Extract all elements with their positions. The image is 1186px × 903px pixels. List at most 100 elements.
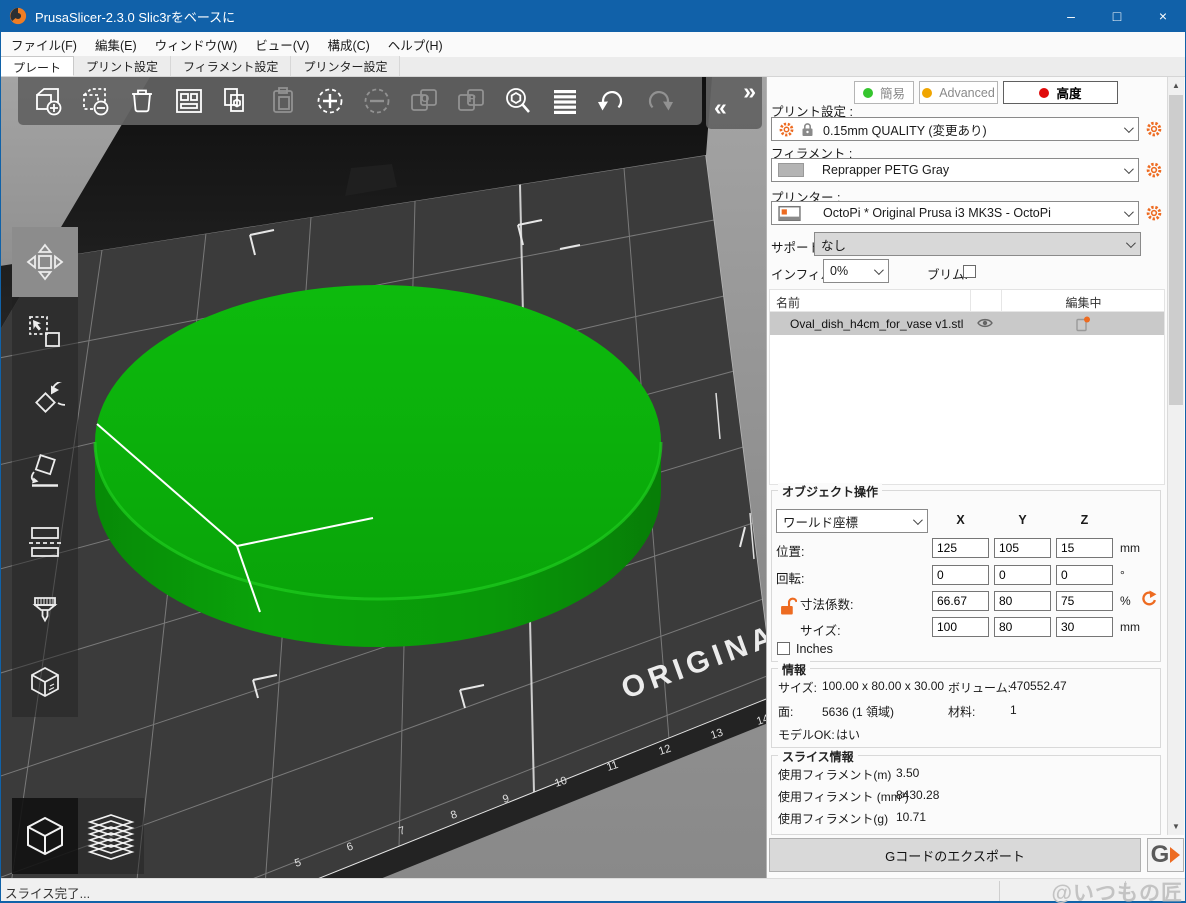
menu-configuration[interactable]: 構成(C) bbox=[318, 31, 378, 58]
arrange-icon bbox=[171, 83, 207, 119]
split-parts-icon: P bbox=[453, 83, 489, 119]
printer-gear-button[interactable] bbox=[1145, 204, 1163, 222]
gear-icon bbox=[778, 121, 795, 138]
reset-scale-icon[interactable] bbox=[1140, 590, 1157, 607]
editor-view-button[interactable] bbox=[12, 798, 78, 874]
cut-icon bbox=[25, 522, 65, 562]
add-instance-button[interactable] bbox=[306, 79, 353, 123]
scroll-down-arrow[interactable]: ▼ bbox=[1168, 818, 1184, 835]
tab-plater[interactable]: プレート bbox=[0, 56, 74, 76]
paint-support-tool-button[interactable] bbox=[12, 577, 78, 647]
filament-length-value: 3.50 bbox=[896, 766, 919, 780]
menu-edit[interactable]: 編集(E) bbox=[86, 31, 146, 58]
filament-gear-button[interactable] bbox=[1145, 161, 1163, 179]
sidebar-scrollbar[interactable]: ▲ ▼ bbox=[1167, 77, 1184, 835]
mode-simple-button[interactable]: 簡易 bbox=[854, 81, 914, 104]
position-z-input[interactable] bbox=[1056, 538, 1113, 558]
export-gcode-icon-button[interactable]: G bbox=[1147, 838, 1184, 872]
prusaslicer-logo-icon bbox=[9, 7, 27, 25]
seam-tool-button[interactable] bbox=[12, 647, 78, 717]
top-toolbar: O P bbox=[18, 77, 702, 125]
delete-all-button[interactable] bbox=[118, 79, 165, 123]
support-value: なし bbox=[821, 235, 846, 254]
inches-checkbox[interactable] bbox=[777, 642, 790, 655]
menu-window[interactable]: ウィンドウ(W) bbox=[146, 31, 247, 58]
rotation-y-input[interactable] bbox=[994, 565, 1051, 585]
rotate-tool-button[interactable] bbox=[12, 367, 78, 437]
mode-expert-button[interactable]: 高度 bbox=[1003, 81, 1118, 104]
preview-view-button[interactable] bbox=[78, 798, 144, 874]
trash-icon bbox=[124, 83, 160, 119]
printer-combo[interactable]: OctoPi * Original Prusa i3 MK3S - OctoPi bbox=[771, 201, 1139, 225]
close-button[interactable]: × bbox=[1140, 0, 1186, 32]
slice-info-group: スライス情報 使用フィラメント(m) 3.50 使用フィラメント (mm³) 8… bbox=[771, 755, 1161, 835]
manipulation-title: オブジェクト操作 bbox=[778, 483, 882, 500]
menu-view[interactable]: ビュー(V) bbox=[246, 31, 318, 58]
rotation-z-input[interactable] bbox=[1056, 565, 1113, 585]
minimize-button[interactable]: – bbox=[1048, 0, 1094, 32]
size-y-input[interactable] bbox=[994, 617, 1051, 637]
menu-help[interactable]: ヘルプ(H) bbox=[379, 31, 452, 58]
axis-y-header: Y bbox=[994, 513, 1051, 527]
uniform-scale-lock-icon[interactable] bbox=[780, 596, 797, 616]
maximize-button[interactable]: □ bbox=[1094, 0, 1140, 32]
tab-printer-settings[interactable]: プリンター設定 bbox=[291, 56, 400, 76]
3d-viewport[interactable]: 5 6 7 8 9 10 11 12 13 14 ORIGINAL bbox=[0, 77, 766, 878]
eye-icon[interactable] bbox=[976, 316, 994, 330]
filament-volume-label: 使用フィラメント (mm³) bbox=[778, 788, 909, 805]
info-title: 情報 bbox=[778, 661, 810, 678]
variable-layer-height-button[interactable] bbox=[541, 79, 588, 123]
info-volume-value: 470552.47 bbox=[1010, 679, 1067, 693]
chevron-down-icon bbox=[1124, 164, 1134, 174]
3d-scene[interactable]: 5 6 7 8 9 10 11 12 13 14 ORIGINAL bbox=[0, 77, 766, 878]
menu-file[interactable]: ファイル(F) bbox=[2, 31, 86, 58]
add-object-icon bbox=[30, 83, 66, 119]
filament-combo[interactable]: Reprapper PETG Gray bbox=[771, 158, 1139, 182]
coordinate-system-combo[interactable]: ワールド座標 bbox=[776, 509, 928, 533]
model-object[interactable] bbox=[95, 285, 661, 647]
layer-height-icon bbox=[547, 83, 583, 119]
position-y-input[interactable] bbox=[994, 538, 1051, 558]
infill-combo[interactable]: 0% bbox=[823, 259, 889, 283]
scrollbar-thumb[interactable] bbox=[1169, 95, 1183, 405]
scale-x-input[interactable] bbox=[932, 591, 989, 611]
place-on-face-icon bbox=[25, 452, 65, 492]
search-button[interactable] bbox=[494, 79, 541, 123]
object-manipulation-group: オブジェクト操作 ワールド座標 X Y Z 位置: mm 回転: ° bbox=[771, 490, 1161, 662]
mode-advanced-button[interactable]: Advanced bbox=[919, 81, 998, 104]
export-gcode-button[interactable]: Gコードのエクスポート bbox=[769, 838, 1141, 872]
svg-text:O: O bbox=[420, 93, 429, 105]
add-object-button[interactable] bbox=[24, 79, 71, 123]
print-settings-combo[interactable]: 0.15mm QUALITY (変更あり) bbox=[771, 117, 1139, 141]
scale-z-input[interactable] bbox=[1056, 591, 1113, 611]
undo-button[interactable] bbox=[588, 79, 635, 123]
scale-tool-button[interactable] bbox=[12, 297, 78, 367]
paint-brush-icon bbox=[25, 592, 65, 632]
size-x-input[interactable] bbox=[932, 617, 989, 637]
window-title: PrusaSlicer-2.3.0 Slic3rをベースに bbox=[35, 7, 235, 26]
collapse-sidebar-button[interactable]: » « bbox=[706, 77, 762, 129]
object-list-row[interactable]: Oval_dish_h4cm_for_vase v1.stl bbox=[770, 312, 1164, 335]
arrange-button[interactable] bbox=[165, 79, 212, 123]
info-group: 情報 サイズ: 100.00 x 80.00 x 30.00 ボリューム: 47… bbox=[771, 668, 1161, 748]
scroll-up-arrow[interactable]: ▲ bbox=[1168, 77, 1184, 94]
gizmo-toolbar bbox=[12, 227, 78, 717]
move-tool-button[interactable] bbox=[12, 227, 78, 297]
support-combo[interactable]: なし bbox=[814, 232, 1141, 256]
gcode-g-icon: G bbox=[1151, 841, 1170, 869]
filament-volume-value: 8430.28 bbox=[896, 788, 939, 802]
position-x-input[interactable] bbox=[932, 538, 989, 558]
tab-print-settings[interactable]: プリント設定 bbox=[74, 56, 171, 76]
remove-object-button[interactable] bbox=[71, 79, 118, 123]
place-on-face-tool-button[interactable] bbox=[12, 437, 78, 507]
print-settings-gear-button[interactable] bbox=[1145, 120, 1163, 138]
object-name: Oval_dish_h4cm_for_vase v1.stl bbox=[790, 317, 963, 331]
cut-tool-button[interactable] bbox=[12, 507, 78, 577]
filament-weight-value: 10.71 bbox=[896, 810, 926, 824]
size-z-input[interactable] bbox=[1056, 617, 1113, 637]
scale-y-input[interactable] bbox=[994, 591, 1051, 611]
tab-filament-settings[interactable]: フィラメント設定 bbox=[171, 56, 291, 76]
brim-checkbox[interactable] bbox=[963, 265, 976, 278]
copy-button[interactable] bbox=[212, 79, 259, 123]
rotation-x-input[interactable] bbox=[932, 565, 989, 585]
